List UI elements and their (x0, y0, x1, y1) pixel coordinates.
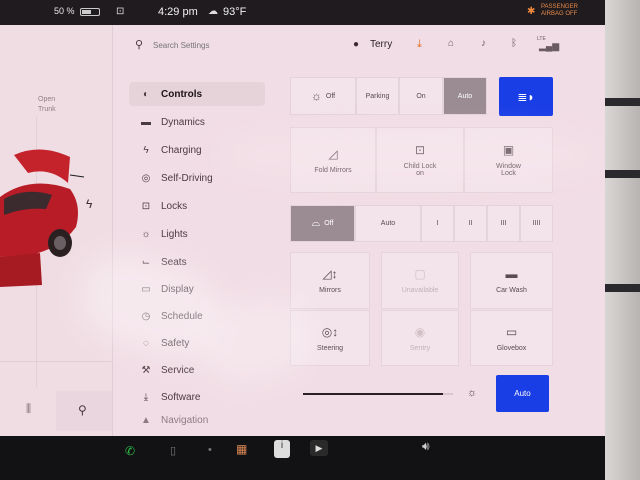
sidebar-item-dynamics[interactable]: ▬ Dynamics (129, 110, 265, 134)
brightness-auto-button[interactable]: Auto (496, 375, 549, 412)
sentry-button[interactable]: ◉ Sentry (381, 310, 459, 366)
display-icon: ▭ (141, 283, 151, 295)
child-lock-icon: ⊡ (414, 143, 426, 157)
camera-icon: ▢ (414, 267, 426, 281)
bluetooth-icon[interactable]: ᛒ (511, 38, 517, 49)
outside-temperature: 93°F (223, 6, 247, 18)
battery-icon (80, 8, 100, 16)
sidebar-item-seats[interactable]: ⌙ Seats (129, 250, 265, 274)
search-icon: ⚲ (135, 39, 144, 51)
wipers-speed-4-button[interactable]: IIII (520, 205, 553, 242)
car-icon: ▬ (141, 116, 151, 128)
steering-wheel-icon: ◎↕ (321, 324, 339, 339)
lock-icon[interactable]: ⊡ (116, 6, 124, 17)
unavailable-button: ▢ Unavailable (381, 252, 459, 309)
clock-icon: ◷ (141, 310, 151, 322)
sidebar-item-safety[interactable]: ◌ Safety (129, 331, 265, 355)
signal-icon: ▂▄▆ (539, 41, 560, 51)
divider (0, 361, 113, 362)
sun-icon: ☼ (141, 228, 151, 240)
window-lock-icon: ▣ (502, 143, 515, 157)
search-icon: ⚲ (78, 403, 87, 417)
sidebar-item-lights[interactable]: ☼ Lights (129, 222, 265, 246)
headlights-on-button[interactable]: On (399, 77, 443, 115)
bolt-icon: ϟ (143, 144, 149, 156)
sentry-icon: ◉ (414, 324, 426, 339)
user-icon: ● (353, 39, 360, 50)
high-beam-icon: ≣◗ (517, 89, 535, 104)
headlights-off-button[interactable]: ☼ Off (290, 77, 356, 115)
battery-percentage: 50 % (54, 6, 75, 16)
download-icon[interactable]: ⤓ (417, 38, 422, 51)
apps-icon[interactable]: ▯ (170, 444, 176, 457)
sliders-icon[interactable]: ⫼ (26, 403, 31, 416)
window-lock-button[interactable]: ▣ Window Lock (464, 127, 553, 193)
brightness-icon: ☼ (467, 387, 478, 399)
wrench-icon: ⚒ (141, 364, 151, 376)
charging-bolt-icon: ϟ (86, 197, 93, 211)
dot-icon[interactable]: • (208, 444, 212, 456)
toggle-icon: ◐ (142, 88, 150, 100)
sidebar-item-controls[interactable]: ◐ Controls (129, 82, 265, 106)
car-view-panel: Open Trunk ϟ ⫼ ⚲ (0, 25, 113, 436)
wipers-speed-2-button[interactable]: II (454, 205, 487, 242)
steering-adjust-button[interactable]: ◎↕ Steering (290, 310, 370, 366)
headlights-parking-button[interactable]: Parking (356, 77, 399, 115)
passenger-airbag-status: PASSENGER AIRBAG OFF (541, 4, 578, 17)
child-lock-button[interactable]: ⊡ Child Lock on (376, 127, 464, 193)
sun-icon: ☼ (310, 89, 322, 103)
settings-area: ⚲ ● Terry ⤓ ⌂ ♪ ᛒ LTE ▂▄▆ ◐Controls ▬Dyn… (113, 25, 605, 436)
shield-icon: ◌ (143, 337, 149, 349)
fold-mirrors-button[interactable]: ◿ Fold Mirrors (290, 127, 376, 193)
download-icon: ⤓ (143, 391, 149, 403)
sidebar-item-software[interactable]: ⤓ Software (129, 385, 265, 409)
sidebar-item-schedule[interactable]: ◷ Schedule (129, 304, 265, 328)
mirror-icon: ◿ (328, 146, 338, 161)
info-icon[interactable]: i (274, 440, 290, 458)
garage-icon[interactable]: ⌂ (448, 38, 454, 49)
games-icon[interactable]: ▦ (236, 442, 247, 456)
wipers-off-button[interactable]: ⌓ Off (290, 205, 355, 242)
glovebox-button[interactable]: ▭ Glovebox (470, 310, 553, 366)
open-trunk-button[interactable]: Open Trunk (38, 95, 56, 115)
media-player-icon[interactable]: ▶ (310, 440, 328, 456)
car-wash-icon: ▬ (505, 267, 518, 281)
sidebar-item-self-driving[interactable]: ◎ Self-Driving (129, 166, 265, 190)
search-settings-input[interactable] (153, 37, 303, 53)
sidebar-item-service[interactable]: ⚒ Service (129, 358, 265, 382)
brightness-slider-fill (303, 393, 443, 395)
mirrors-adjust-button[interactable]: ◿↕ Mirrors (290, 252, 370, 309)
volume-icon[interactable]: 🔊︎ (422, 439, 430, 454)
car-image (0, 145, 95, 300)
sidebar-item-locks[interactable]: ⊡ Locks (129, 194, 265, 218)
navigation-icon: ▲ (141, 414, 151, 426)
wipers-auto-button[interactable]: Auto (355, 205, 421, 242)
wiper-icon: ⌓ (311, 217, 321, 229)
mirror-adjust-icon: ◿↕ (322, 267, 338, 281)
sidebar-item-navigation[interactable]: ▲ Navigation (129, 413, 265, 427)
sidebar-item-charging[interactable]: ϟ Charging (129, 138, 265, 162)
airbag-icon: ✱ (527, 6, 536, 17)
cloud-icon: ☁ (208, 6, 218, 17)
high-beam-button[interactable]: ≣◗ (499, 77, 553, 116)
driver-profile-name[interactable]: Terry (370, 39, 392, 50)
phone-icon[interactable]: ✆ (125, 444, 135, 458)
headlights-auto-button[interactable]: Auto (443, 77, 487, 115)
wipers-speed-3-button[interactable]: III (487, 205, 520, 242)
search-button[interactable]: ⚲ (56, 391, 112, 431)
bezel (605, 0, 640, 480)
status-bar: 50 % ⊡ 4:29 pm ☁ 93°F ✱ PASSENGER AIRBAG … (0, 0, 605, 25)
touchscreen: 50 % ⊡ 4:29 pm ☁ 93°F ✱ PASSENGER AIRBAG … (0, 0, 605, 436)
steering-wheel-icon: ◎ (141, 172, 151, 184)
clock-time: 4:29 pm (158, 6, 198, 18)
sidebar-item-display[interactable]: ▭ Display (129, 277, 265, 301)
car-wash-button[interactable]: ▬ Car Wash (470, 252, 553, 309)
seat-icon: ⌙ (141, 256, 151, 268)
bell-icon[interactable]: ♪ (481, 38, 486, 49)
wipers-speed-1-button[interactable]: I (421, 205, 454, 242)
brightness-slider[interactable] (303, 393, 453, 395)
lock-icon: ⊡ (141, 200, 151, 212)
glovebox-icon: ▭ (505, 324, 518, 339)
dock-bar: ✆ ▯ • ▦ i ▶ 🔊︎ (0, 436, 605, 480)
